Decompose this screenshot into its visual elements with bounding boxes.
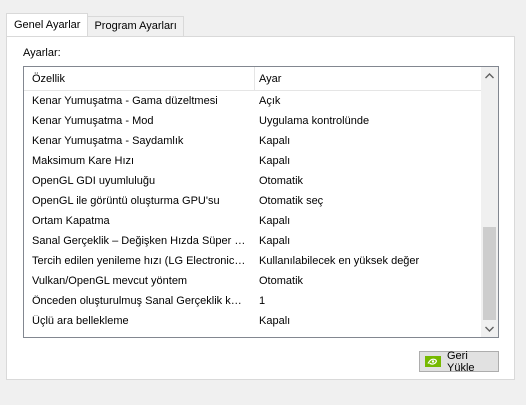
settings-label: Ayarlar: <box>23 47 61 59</box>
tab-strip: Genel Ayarlar Program Ayarları <box>6 13 184 36</box>
chevron-up-icon[interactable] <box>481 67 498 84</box>
setting-feature-name: Maksimum Kare Hızı <box>32 155 135 167</box>
restore-defaults-button[interactable]: Geri Yükle <box>419 349 499 374</box>
setting-feature-name: OpenGL GDI uyumluluğu <box>32 175 156 187</box>
list-item[interactable]: Önceden oluşturulmuş Sanal Gerçeklik kar… <box>24 291 482 311</box>
column-header-feature[interactable]: Özellik <box>32 73 65 85</box>
list-item[interactable]: Kenar Yumuşatma - Saydamlık Kapalı <box>24 131 482 151</box>
setting-feature-name: Sanal Gerçeklik – Değişken Hızda Süper Ö… <box>32 235 246 247</box>
vertical-scrollbar[interactable] <box>481 67 498 337</box>
list-item[interactable]: OpenGL ile görüntü oluşturma GPU'su Otoma… <box>24 191 482 211</box>
setting-value[interactable]: Kapalı <box>259 315 479 327</box>
setting-feature-name: Tercih edilen yenileme hızı (LG Electron… <box>32 255 246 267</box>
tab-program-settings[interactable]: Program Ayarları <box>87 16 184 36</box>
list-item[interactable]: Kenar Yumuşatma - Mod Uygulama kontrolünd… <box>24 111 482 131</box>
nvidia-logo-icon <box>425 356 441 367</box>
setting-value[interactable]: Kapalı <box>259 235 479 247</box>
settings-panel: Ayarlar: Özellik Ayar Kenar Yumuşatma - … <box>6 36 515 380</box>
setting-value[interactable]: Otomatik seç <box>259 195 479 207</box>
setting-feature-name: Ortam Kapatma <box>32 215 110 227</box>
setting-feature-name: OpenGL ile görüntü oluşturma GPU'su <box>32 195 220 207</box>
setting-value[interactable]: Uygulama kontrolünde <box>259 115 479 127</box>
list-item[interactable]: Sanal Gerçeklik – Değişken Hızda Süper Ö… <box>24 231 482 251</box>
setting-value[interactable]: 1 <box>259 295 479 307</box>
setting-value[interactable]: Kapalı <box>259 215 479 227</box>
setting-feature-name: Vulkan/OpenGL mevcut yöntem <box>32 275 188 287</box>
setting-feature-name: Önceden oluşturulmuş Sanal Gerçeklik kar… <box>32 295 246 307</box>
column-divider[interactable] <box>254 67 255 91</box>
setting-feature-name: Üçlü ara bellekleme <box>32 315 129 327</box>
list-item[interactable]: OpenGL GDI uyumluluğu Otomatik <box>24 171 482 191</box>
list-header: Özellik Ayar <box>24 67 482 91</box>
list-item[interactable]: Üçlü ara bellekleme Kapalı <box>24 311 482 331</box>
settings-rows: Kenar Yumuşatma - Gama düzeltmesi Açık Ken… <box>24 91 482 331</box>
list-item[interactable]: Kenar Yumuşatma - Gama düzeltmesi Açık <box>24 91 482 111</box>
setting-value[interactable]: Açık <box>259 95 479 107</box>
list-item[interactable]: Tercih edilen yenileme hızı (LG Electron… <box>24 251 482 271</box>
chevron-down-icon[interactable] <box>481 320 498 337</box>
setting-value[interactable]: Otomatik <box>259 175 479 187</box>
setting-feature-name: Kenar Yumuşatma - Mod <box>32 115 154 127</box>
settings-list: Özellik Ayar Kenar Yumuşatma - Gama düze… <box>23 66 499 338</box>
column-header-setting[interactable]: Ayar <box>259 73 281 85</box>
setting-value[interactable]: Kapalı <box>259 135 479 147</box>
setting-value[interactable]: Kullanılabilecek en yüksek değer <box>259 255 479 267</box>
tab-general-settings[interactable]: Genel Ayarlar <box>6 13 89 36</box>
setting-feature-name: Kenar Yumuşatma - Gama düzeltmesi <box>32 95 218 107</box>
setting-value[interactable]: Otomatik <box>259 275 479 287</box>
list-item[interactable]: Vulkan/OpenGL mevcut yöntem Otomatik <box>24 271 482 291</box>
setting-value[interactable]: Kapalı <box>259 155 479 167</box>
setting-feature-name: Kenar Yumuşatma - Saydamlık <box>32 135 184 147</box>
list-item[interactable]: Ortam Kapatma Kapalı <box>24 211 482 231</box>
restore-defaults-label: Geri Yükle <box>447 349 475 374</box>
list-item[interactable]: Maksimum Kare Hızı Kapalı <box>24 151 482 171</box>
scrollbar-thumb[interactable] <box>483 227 496 320</box>
